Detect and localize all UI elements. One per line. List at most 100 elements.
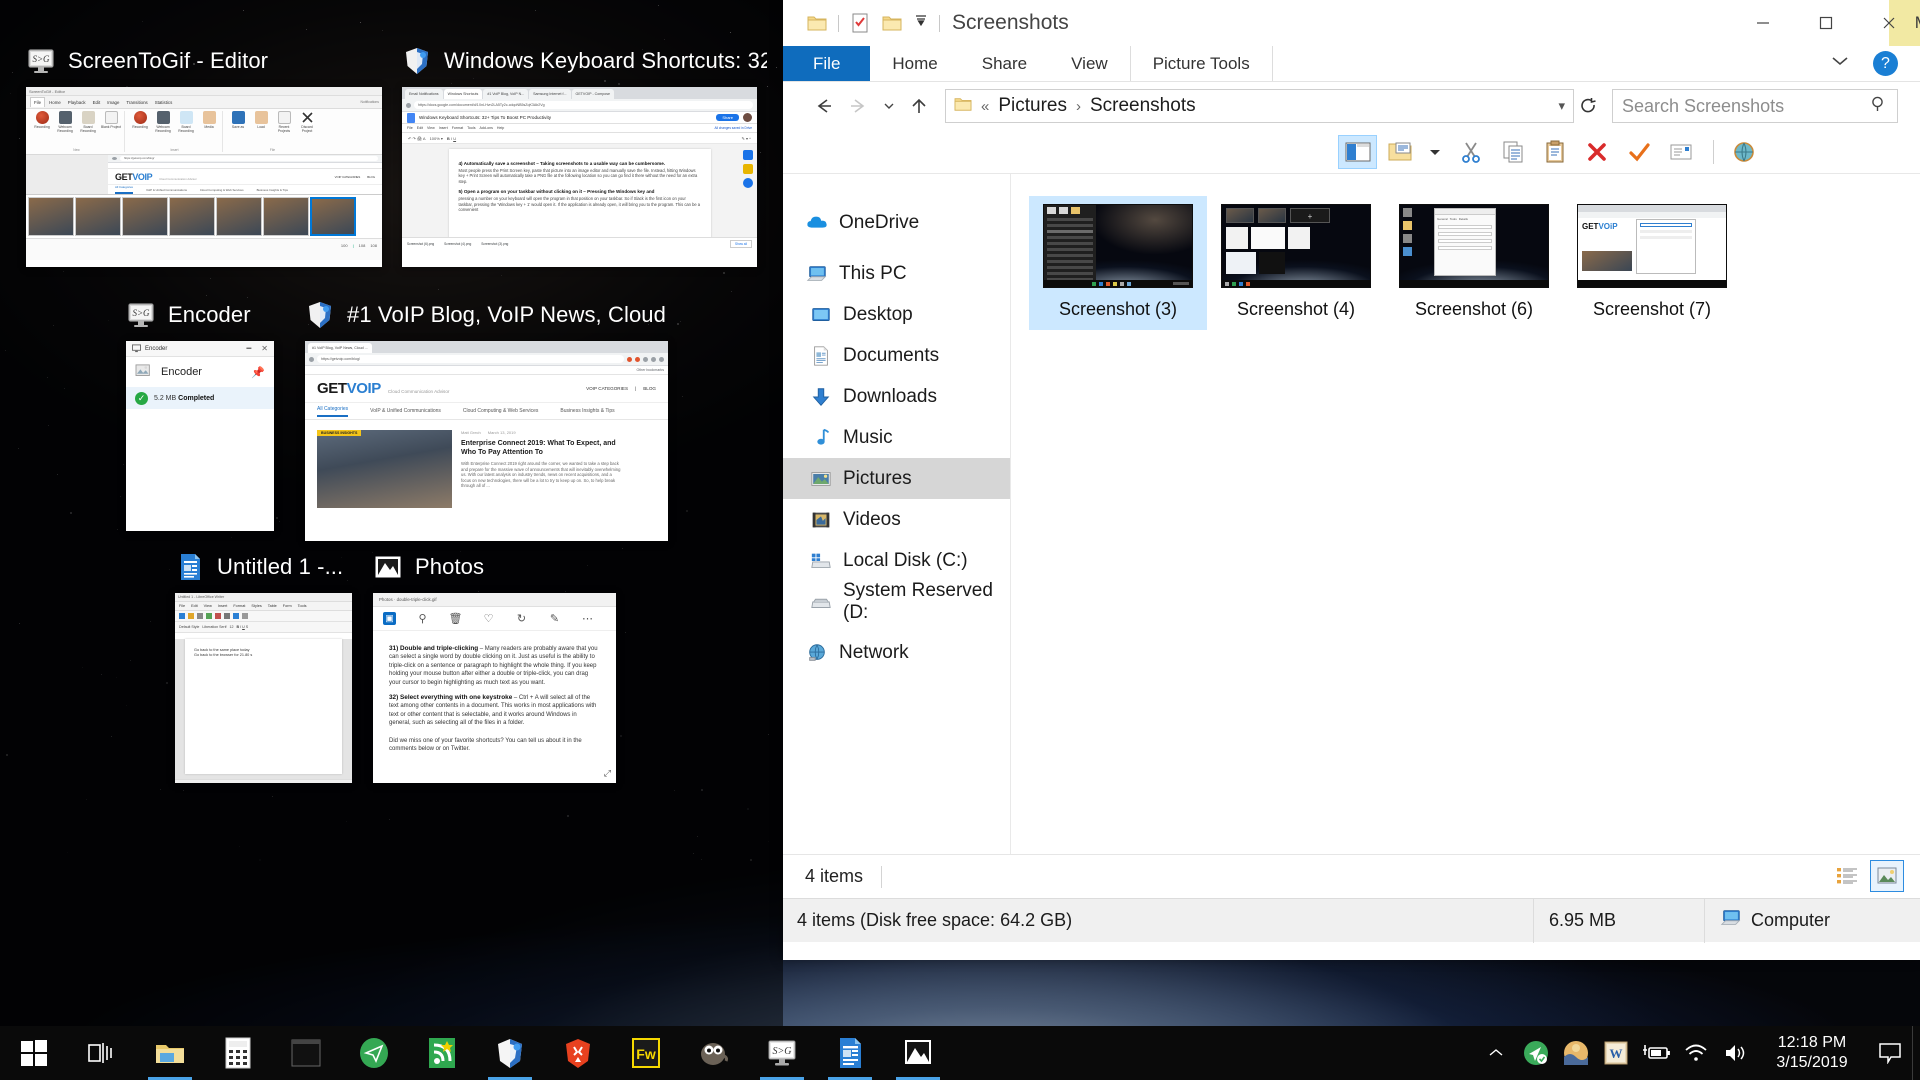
favorite-heart-icon[interactable]: ♡ bbox=[482, 612, 495, 625]
task-view-window-keyboard-shortcuts[interactable]: Windows Keyboard Shortcuts: 32+... Email… bbox=[402, 46, 767, 267]
cut-scissors-icon[interactable] bbox=[1451, 135, 1490, 169]
tab-file[interactable]: File bbox=[783, 46, 871, 81]
chevron-down-icon[interactable]: ▾ bbox=[1558, 98, 1565, 114]
command-toolbar[interactable] bbox=[783, 130, 1920, 174]
screentogif-icon[interactable]: S>G bbox=[748, 1026, 816, 1080]
file-list-pane[interactable]: Screenshot (3) + Screenshot (4) General … bbox=[1011, 174, 1920, 854]
gimp-icon[interactable] bbox=[680, 1026, 748, 1080]
word-dictionary-icon[interactable]: W bbox=[1596, 1026, 1636, 1080]
wifi-icon[interactable] bbox=[1676, 1026, 1716, 1080]
chevron-down-icon[interactable] bbox=[1829, 54, 1851, 73]
tab-home[interactable]: Home bbox=[870, 46, 959, 81]
close-button[interactable] bbox=[1857, 0, 1920, 46]
calculator-icon[interactable] bbox=[204, 1026, 272, 1080]
task-view-thumbnail[interactable]: Encoder ━ ✕ Encoder 📌 ✓ 5.2 MB Completed bbox=[126, 341, 274, 531]
resize-handle-icon[interactable]: ⤢ bbox=[604, 768, 611, 779]
paste-clipboard-icon[interactable] bbox=[1535, 135, 1574, 169]
tab-view[interactable]: View bbox=[1049, 46, 1130, 81]
mini-cat[interactable]: Business Insights & Tips bbox=[560, 408, 614, 414]
libreoffice-writer-icon[interactable] bbox=[816, 1026, 884, 1080]
tab-share[interactable]: Share bbox=[960, 46, 1049, 81]
photos-icon[interactable] bbox=[884, 1026, 952, 1080]
telegram-icon[interactable] bbox=[340, 1026, 408, 1080]
task-view-window-libreoffice[interactable]: Untitled 1 -... Untitled 1 - LibreOffice… bbox=[175, 552, 353, 783]
fireworks-icon[interactable]: Fw bbox=[612, 1026, 680, 1080]
task-view-window-screentogif-editor[interactable]: S>G ScreenToGif - Editor ScreenToGif - E… bbox=[26, 46, 386, 267]
search-box[interactable] bbox=[1612, 89, 1898, 123]
view-mode-buttons[interactable] bbox=[1830, 860, 1904, 892]
nav-item-local-disk-c[interactable]: Local Disk (C:) bbox=[783, 540, 1010, 581]
breadcrumb-overflow[interactable]: « bbox=[981, 98, 989, 115]
task-view-window-photos[interactable]: Photos Photos · double-triple-click.gif … bbox=[373, 552, 618, 783]
taskbar[interactable]: Fw S>G W 12:18 PM 3/15/2019 bbox=[0, 1026, 1920, 1080]
quick-access-toolbar[interactable]: Screenshots bbox=[783, 11, 1069, 35]
dropdown-arrow-icon[interactable] bbox=[1422, 135, 1448, 169]
edit-icon[interactable]: ✎ bbox=[548, 612, 561, 625]
pin-icon[interactable]: 📌 bbox=[251, 366, 265, 379]
task-view-thumbnail[interactable]: Untitled 1 - LibreOffice Writer File Edi… bbox=[175, 593, 352, 783]
large-icons-view-icon[interactable] bbox=[1870, 860, 1904, 892]
more-options-icon[interactable]: ⋯ bbox=[581, 612, 594, 625]
windows-start-icon[interactable] bbox=[0, 1026, 68, 1080]
folder-icon[interactable] bbox=[806, 12, 828, 34]
rotate-icon[interactable]: ↻ bbox=[515, 612, 528, 625]
search-input[interactable] bbox=[1622, 95, 1870, 117]
file-item-screenshot-7[interactable]: GETVOiP Screenshot (7) bbox=[1563, 196, 1741, 330]
file-item-screenshot-3[interactable]: Screenshot (3) bbox=[1029, 196, 1207, 330]
recent-locations-button[interactable] bbox=[877, 88, 901, 124]
properties-icon[interactable] bbox=[1380, 135, 1419, 169]
nav-item-this-pc[interactable]: This PC bbox=[783, 253, 1010, 294]
ribbon-tabs[interactable]: File Home Share View Picture Tools ? bbox=[783, 46, 1920, 82]
breadcrumb-pictures[interactable]: Pictures bbox=[998, 95, 1067, 117]
forward-button[interactable] bbox=[841, 88, 877, 124]
nav-item-videos[interactable]: Videos bbox=[783, 499, 1010, 540]
task-view-thumbnail[interactable]: #1 VoIP Blog, VoIP News, Cloud ... https… bbox=[305, 341, 668, 541]
task-view-window-voip-blog[interactable]: #1 VoIP Blog, VoIP News, Cloud Co... #1 … bbox=[305, 300, 670, 541]
show-desktop-button[interactable] bbox=[1912, 1026, 1920, 1080]
copy-icon[interactable] bbox=[1493, 135, 1532, 169]
brave-browser-red-icon[interactable] bbox=[544, 1026, 612, 1080]
action-center-icon[interactable] bbox=[1868, 1026, 1912, 1080]
feedly-rss-icon[interactable] bbox=[408, 1026, 476, 1080]
delete-x-icon[interactable] bbox=[1577, 135, 1616, 169]
properties-checklist-icon[interactable] bbox=[849, 12, 871, 34]
zoom-icon[interactable]: ⚲ bbox=[416, 612, 429, 625]
address-bar[interactable]: « Pictures › Screenshots ▾ bbox=[945, 89, 1574, 123]
battery-charging-icon[interactable] bbox=[1636, 1026, 1676, 1080]
show-hidden-icons-chevron[interactable] bbox=[1476, 1026, 1516, 1080]
nav-item-desktop[interactable]: Desktop bbox=[783, 294, 1010, 335]
terminal-icon[interactable] bbox=[272, 1026, 340, 1080]
rename-icon[interactable] bbox=[1661, 135, 1700, 169]
up-button[interactable] bbox=[901, 88, 937, 124]
nav-item-onedrive[interactable]: OneDrive bbox=[783, 202, 1010, 243]
maximize-button[interactable] bbox=[1794, 0, 1857, 46]
navigation-pane[interactable]: OneDrive This PC Desktop Documents Downl… bbox=[783, 174, 1011, 854]
breadcrumb-screenshots[interactable]: Screenshots bbox=[1090, 95, 1196, 117]
search-icon[interactable] bbox=[1870, 95, 1888, 118]
file-item-screenshot-6[interactable]: General Tools Details Screenshot (6) bbox=[1385, 196, 1563, 330]
nav-item-system-reserved-d[interactable]: System Reserved (D: bbox=[783, 580, 1010, 623]
mini-cat[interactable]: Cloud Computing & Web Services bbox=[463, 408, 539, 414]
customize-dropdown-icon[interactable] bbox=[913, 12, 929, 34]
new-folder-icon[interactable] bbox=[881, 12, 903, 34]
file-item-screenshot-4[interactable]: + Screenshot (4) bbox=[1207, 196, 1385, 330]
photo-collection-icon[interactable]: ▣ bbox=[383, 612, 396, 625]
task-view-overlay[interactable]: S>G ScreenToGif - Editor ScreenToGif - E… bbox=[0, 0, 783, 1030]
volume-icon[interactable] bbox=[1716, 1026, 1756, 1080]
nav-item-pictures[interactable]: Pictures bbox=[783, 458, 1010, 499]
weather-icon[interactable] bbox=[1556, 1026, 1596, 1080]
brave-browser-icon[interactable] bbox=[476, 1026, 544, 1080]
file-explorer-window[interactable]: Screenshots Manage File Home Share View bbox=[783, 0, 1920, 960]
system-tray[interactable]: W 12:18 PM 3/15/2019 bbox=[1476, 1026, 1920, 1080]
nav-item-music[interactable]: Music bbox=[783, 417, 1010, 458]
file-explorer-icon[interactable] bbox=[136, 1026, 204, 1080]
window-controls[interactable] bbox=[1731, 0, 1920, 46]
nav-item-network[interactable]: Network bbox=[783, 632, 1010, 673]
refresh-button[interactable] bbox=[1574, 89, 1602, 123]
back-button[interactable] bbox=[805, 88, 841, 124]
nav-item-documents[interactable]: Documents bbox=[783, 335, 1010, 376]
task-view-thumbnail[interactable]: Email Notifications Windows Shortcuts #1… bbox=[402, 87, 757, 267]
task-view-thumbnail[interactable]: ScreenToGif - Editor File Home Playback … bbox=[26, 87, 382, 267]
mini-cat[interactable]: VoIP & Unified Communications bbox=[370, 408, 441, 414]
mini-cat[interactable]: All Categories bbox=[317, 406, 349, 417]
